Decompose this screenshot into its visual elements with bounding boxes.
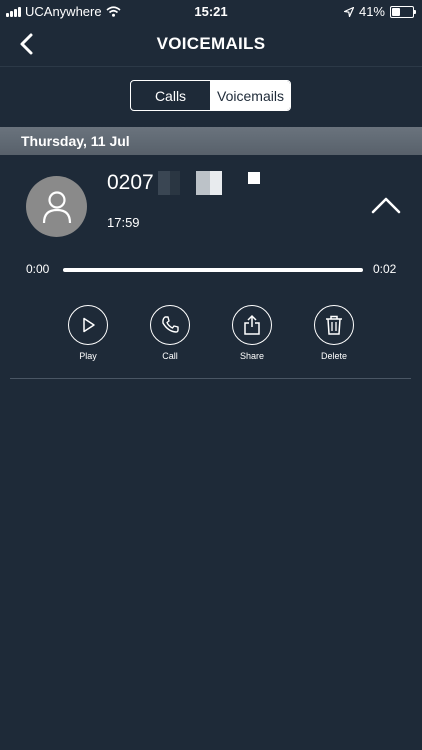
play-button[interactable]: Play [63, 305, 113, 361]
nav-divider [0, 66, 422, 67]
battery-percent: 41% [358, 4, 385, 19]
play-icon [83, 317, 95, 333]
share-icon [244, 314, 260, 335]
delete-button[interactable]: Delete [309, 305, 359, 361]
date-section-header: Thursday, 11 Jul [0, 127, 422, 155]
call-label: Call [162, 351, 178, 361]
tab-switcher: Calls Voicemails [130, 80, 291, 111]
tab-calls[interactable]: Calls [131, 81, 211, 110]
trash-icon [326, 315, 342, 335]
voicemail-actions: Play Call Share Delete [66, 305, 356, 365]
phone-icon [162, 316, 179, 333]
user-icon [42, 190, 71, 223]
playback-end-time: 0:02 [373, 262, 397, 276]
battery-icon [390, 5, 416, 18]
page-title: VOICEMAILS [156, 34, 266, 53]
share-label: Share [239, 351, 265, 361]
caller-number: 0207 [107, 171, 260, 195]
location-arrow-icon [343, 6, 354, 17]
status-bar: UCAnywhere 15:21 41% [0, 0, 422, 22]
redacted-digits [157, 171, 260, 195]
chevron-up-icon[interactable] [370, 195, 402, 215]
voicemail-time: 17:59 [107, 215, 140, 230]
call-button[interactable]: Call [145, 305, 195, 361]
list-divider [10, 378, 411, 379]
avatar [26, 176, 87, 237]
nav-bar: VOICEMAILS [0, 22, 422, 66]
play-label: Play [79, 351, 97, 361]
share-button[interactable]: Share [227, 305, 277, 361]
caller-number-text: 0207 [107, 171, 154, 194]
status-right: 41% [343, 4, 416, 19]
playback-start-time: 0:00 [26, 262, 50, 276]
tab-voicemails[interactable]: Voicemails [211, 81, 290, 110]
delete-label: Delete [320, 351, 347, 361]
playback-progress-bar[interactable] [63, 268, 363, 272]
